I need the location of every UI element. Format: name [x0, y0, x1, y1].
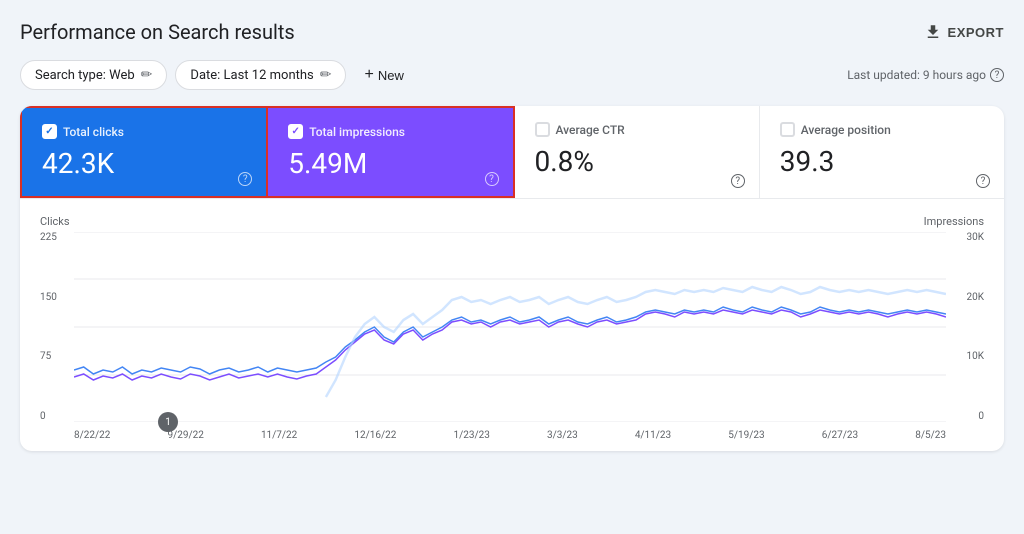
metric-header-ctr: Average CTR	[535, 122, 739, 137]
chart-svg-container: 1	[74, 232, 946, 422]
y-tick-150: 150	[40, 292, 68, 303]
y-tick-75: 75	[40, 351, 68, 362]
x-tick-9: 8/5/23	[915, 430, 946, 441]
edit-icon-date: ✏	[320, 67, 332, 83]
date-label: Date: Last 12 months	[190, 68, 313, 83]
left-axis-label: Clicks	[40, 215, 70, 228]
x-tick-2: 11/7/22	[261, 430, 297, 441]
metric-header-clicks: Total clicks	[42, 124, 246, 139]
y-tick-225: 225	[40, 232, 68, 243]
impressions-line	[74, 310, 946, 380]
x-tick-0: 8/22/22	[74, 430, 110, 441]
metric-total-impressions[interactable]: Total impressions 5.49M ?	[268, 106, 514, 198]
search-type-label: Search type: Web	[35, 68, 135, 83]
y-tick-30k: 30K	[952, 232, 984, 243]
y-tick-0-left: 0	[40, 411, 68, 422]
metrics-row: Total clicks 42.3K ? Total impressions 5…	[20, 106, 1004, 199]
x-tick-7: 5/19/23	[728, 430, 764, 441]
checkbox-total-impressions[interactable]	[288, 124, 303, 139]
metric-value-position: 39.3	[780, 145, 984, 178]
checkbox-average-ctr[interactable]	[535, 122, 550, 137]
metric-total-clicks[interactable]: Total clicks 42.3K ?	[20, 106, 268, 198]
new-label: New	[378, 68, 404, 83]
metric-header-position: Average position	[780, 122, 984, 137]
metric-label-clicks: Total clicks	[63, 125, 124, 139]
date-filter[interactable]: Date: Last 12 months ✏	[175, 60, 346, 90]
metric-info-clicks: ?	[238, 171, 252, 187]
y-axis-right: 30K 20K 10K 0	[952, 232, 984, 422]
metric-value-ctr: 0.8%	[535, 145, 739, 178]
x-axis: 8/22/22 9/29/22 11/7/22 12/16/22 1/23/23…	[40, 430, 984, 441]
top-bar: Performance on Search results EXPORT	[20, 20, 1004, 44]
y-tick-0-right: 0	[952, 411, 984, 422]
main-card: Total clicks 42.3K ? Total impressions 5…	[20, 106, 1004, 451]
export-icon	[924, 23, 942, 41]
y-axis-left: 225 150 75 0	[40, 232, 68, 422]
search-type-filter[interactable]: Search type: Web ✏	[20, 60, 167, 90]
metric-average-ctr[interactable]: Average CTR 0.8% ?	[515, 106, 760, 198]
edit-icon: ✏	[141, 67, 153, 83]
x-tick-6: 4/11/23	[635, 430, 671, 441]
metric-value-clicks: 42.3K	[42, 147, 246, 180]
info-icon-position[interactable]: ?	[976, 174, 990, 188]
annotation-dot[interactable]: 1	[158, 412, 178, 432]
right-axis-label: Impressions	[924, 215, 984, 228]
y-tick-10k: 10K	[952, 351, 984, 362]
metric-label-ctr: Average CTR	[556, 123, 625, 137]
metric-header-impressions: Total impressions	[288, 124, 492, 139]
metric-value-impressions: 5.49M	[288, 147, 492, 180]
metric-label-position: Average position	[801, 123, 891, 137]
x-tick-4: 1/23/23	[454, 430, 490, 441]
checkbox-average-position[interactable]	[780, 122, 795, 137]
filter-bar: Search type: Web ✏ Date: Last 12 months …	[20, 60, 1004, 90]
plus-icon: +	[364, 66, 373, 84]
chart-axis-labels: Clicks Impressions	[40, 215, 984, 228]
x-tick-3: 12/16/22	[354, 430, 396, 441]
chart-with-axes: 225 150 75 0	[40, 232, 984, 422]
metric-average-position[interactable]: Average position 39.3 ?	[760, 106, 1004, 198]
info-icon-clicks[interactable]: ?	[238, 172, 252, 186]
info-icon-ctr[interactable]: ?	[731, 174, 745, 188]
x-tick-8: 6/27/23	[822, 430, 858, 441]
x-tick-1: 9/29/22	[167, 430, 203, 441]
metric-label-impressions: Total impressions	[309, 125, 405, 139]
checkbox-total-clicks[interactable]	[42, 124, 57, 139]
x-tick-5: 3/3/23	[547, 430, 578, 441]
page-title: Performance on Search results	[20, 20, 295, 44]
export-label: EXPORT	[948, 25, 1004, 40]
page-wrapper: Performance on Search results EXPORT Sea…	[20, 20, 1004, 451]
last-updated: Last updated: 9 hours ago ?	[847, 68, 1004, 82]
chart-area: Clicks Impressions 225 150 75 0	[20, 199, 1004, 451]
metric-info-position: ?	[976, 173, 990, 189]
y-tick-20k: 20K	[952, 292, 984, 303]
info-icon-impressions[interactable]: ?	[485, 172, 499, 186]
impressions-fill-line	[326, 287, 946, 397]
export-button[interactable]: EXPORT	[924, 23, 1004, 41]
metric-info-impressions: ?	[485, 171, 499, 187]
metric-info-ctr: ?	[731, 173, 745, 189]
chart-svg	[74, 232, 946, 422]
last-updated-info-icon[interactable]: ?	[990, 68, 1004, 82]
clicks-line	[74, 307, 946, 374]
new-button[interactable]: + New	[354, 60, 413, 90]
